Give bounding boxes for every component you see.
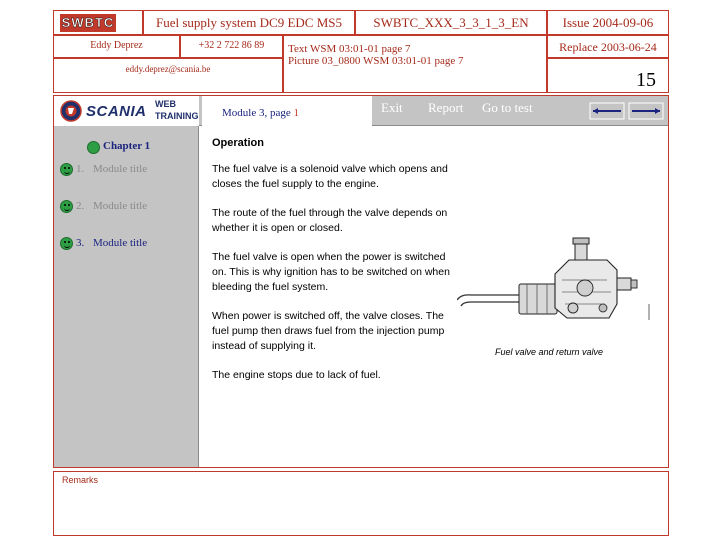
report-link[interactable]: Report xyxy=(428,100,463,116)
replace-date: Replace 2003-06-24 xyxy=(559,40,657,54)
reference-cell: Text WSM 03:01-01 page 7 Picture 03_0800… xyxy=(283,35,547,93)
scania-web-training-logo: SCANIA WEB TRAINING xyxy=(54,96,199,126)
swbtc-logo-cell: SWBTC xyxy=(53,10,143,35)
web-label: WEB xyxy=(155,99,176,109)
picture-reference: Picture 03_0800 WSM 03:01-01 page 7 xyxy=(288,55,464,67)
course-code: SWBTC_XXX_3_3_1_3_EN xyxy=(373,15,529,30)
author-email[interactable]: eddy.deprez@scania.be xyxy=(54,64,282,74)
module-label: Module 3, page xyxy=(222,107,294,119)
content-text: Operation The fuel valve is a solenoid v… xyxy=(212,137,460,397)
paragraph: The fuel valve is open when the power is… xyxy=(212,251,450,293)
paragraph: The engine stops due to lack of fuel. xyxy=(212,369,381,381)
module-item-number: 1. xyxy=(76,163,85,175)
module-indicator: Module 3, page 1 xyxy=(202,96,372,126)
swbtc-logo: SWBTC xyxy=(60,14,116,32)
text-reference: Text WSM 03:01-01 page 7 xyxy=(288,43,411,55)
chapter-title: Chapter 1 xyxy=(103,140,151,152)
page-number-cell: 15 xyxy=(547,58,669,93)
module-item-number: 3. xyxy=(76,237,85,249)
phone-number: +32 2 722 86 89 xyxy=(198,40,265,51)
previous-arrow-icon[interactable] xyxy=(589,102,625,120)
module-item-label: Module title xyxy=(93,237,148,249)
course-title-cell: Fuel supply system DC9 EDC MS5 xyxy=(143,10,355,35)
issue-date: Issue 2004-09-06 xyxy=(562,15,654,30)
section-heading: Operation xyxy=(212,137,264,149)
course-title: Fuel supply system DC9 EDC MS5 xyxy=(156,15,342,30)
exit-link[interactable]: Exit xyxy=(381,100,403,116)
paragraph: The route of the fuel through the valve … xyxy=(212,207,448,234)
next-arrow-icon[interactable] xyxy=(628,102,664,120)
image-caption: Fuel valve and return valve xyxy=(495,347,604,357)
remarks-label: Remarks xyxy=(62,475,99,485)
module-item-number: 2. xyxy=(76,200,85,212)
fuel-valve-illustration xyxy=(456,234,657,344)
remarks-box[interactable]: Remarks xyxy=(53,471,669,536)
scania-brand-text: SCANIA xyxy=(86,103,147,120)
scania-griffin-icon xyxy=(60,98,82,124)
chapter-status-icon xyxy=(87,141,100,154)
course-code-cell: SWBTC_XXX_3_3_1_3_EN xyxy=(355,10,547,35)
go-to-test-link[interactable]: Go to test xyxy=(482,100,533,116)
smiley-icon xyxy=(60,163,73,176)
content-area: Operation The fuel valve is a solenoid v… xyxy=(199,126,668,467)
chapter-sidebar: Chapter 1 1. Module title 2. Module titl… xyxy=(54,126,199,467)
author-name: Eddy Deprez xyxy=(90,40,143,51)
author-cell: Eddy Deprez xyxy=(53,35,180,58)
module-item-label: Module title xyxy=(93,163,148,175)
replace-date-cell: Replace 2003-06-24 xyxy=(547,35,669,58)
smiley-icon xyxy=(60,237,73,250)
paragraph: When power is switched off, the valve cl… xyxy=(212,310,445,352)
training-label: TRAINING xyxy=(155,111,199,121)
paragraph: The fuel valve is a solenoid valve which… xyxy=(212,163,448,190)
nav-bar: SCANIA WEB TRAINING Module 3, page 1 Exi… xyxy=(54,96,668,126)
module-page-number: 1 xyxy=(293,107,299,119)
module-item-label: Module title xyxy=(93,200,148,212)
page-number: 15 xyxy=(636,69,656,91)
smiley-icon xyxy=(60,200,73,213)
phone-cell: +32 2 722 86 89 xyxy=(180,35,283,58)
email-cell: eddy.deprez@scania.be xyxy=(53,58,283,93)
main-frame: SCANIA WEB TRAINING Module 3, page 1 Exi… xyxy=(53,95,669,468)
issue-date-cell: Issue 2004-09-06 xyxy=(547,10,669,35)
